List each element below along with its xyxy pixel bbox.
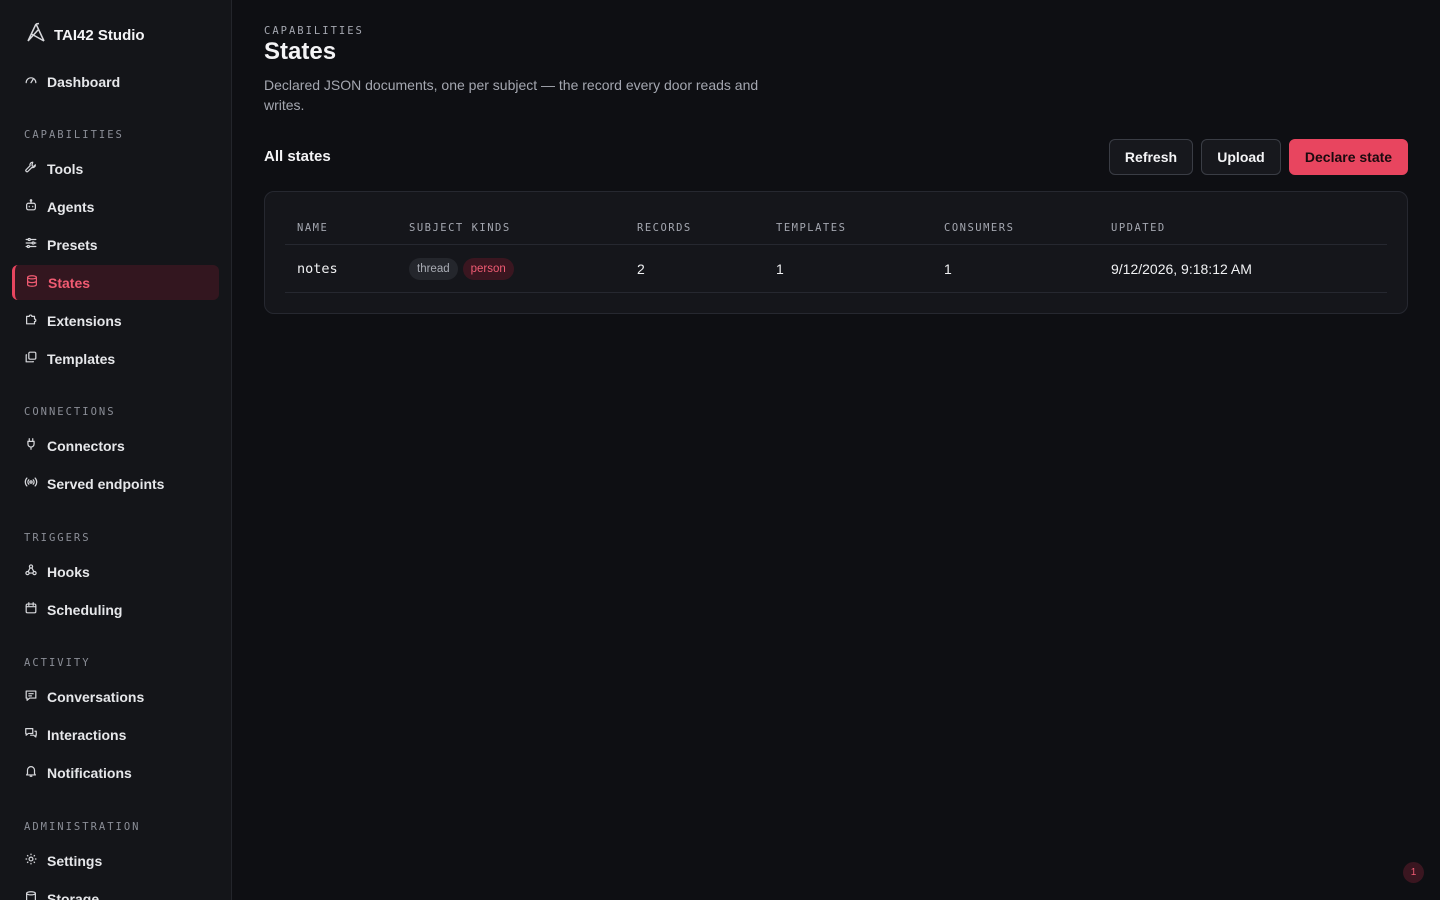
column-header-consumers[interactable]: CONSUMERS	[944, 222, 1014, 234]
sidebar-item-presets[interactable]: Presets	[12, 227, 219, 262]
broadcast-icon	[24, 475, 38, 492]
calendar-icon	[24, 601, 38, 618]
wrench-icon	[24, 160, 38, 177]
brand-name: TAI42 Studio	[54, 26, 145, 44]
puzzle-icon	[24, 312, 38, 329]
sidebar-item-label: States	[48, 274, 91, 291]
sidebar-item-notifications[interactable]: Notifications	[12, 755, 219, 790]
states-table: NAME SUBJECT KINDS RECORDS TEMPLATES CON…	[264, 191, 1408, 314]
sidebar-item-tools[interactable]: Tools	[12, 151, 219, 186]
sidebar-section-administration: ADMINISTRATION	[24, 821, 141, 833]
copy-icon	[24, 350, 38, 367]
sidebar-item-connectors[interactable]: Connectors	[12, 428, 219, 463]
sidebar-item-agents[interactable]: Agents	[12, 189, 219, 224]
sidebar-item-settings[interactable]: Settings	[12, 843, 219, 878]
sidebar-item-interactions[interactable]: Interactions	[12, 717, 219, 752]
section-title: All states	[264, 148, 331, 165]
divider	[285, 292, 1387, 293]
column-header-records[interactable]: RECORDS	[637, 222, 692, 234]
sidebar-item-label: Scheduling	[47, 601, 123, 618]
sliders-icon	[24, 236, 38, 253]
cell-consumers: 1	[944, 261, 952, 277]
sidebar-item-extensions[interactable]: Extensions	[12, 303, 219, 338]
sidebar-section-capabilities: CAPABILITIES	[24, 129, 124, 141]
sidebar-item-templates[interactable]: Templates	[12, 341, 219, 376]
cell-name: notes	[297, 261, 338, 277]
main-content: CAPABILITIES States Declared JSON docume…	[232, 0, 1440, 900]
sidebar-item-label: Conversations	[47, 688, 145, 705]
sidebar-item-label: Hooks	[47, 563, 90, 580]
page-description: Declared JSON documents, one per subject…	[264, 77, 759, 113]
subject-kind-badge: person	[462, 258, 514, 280]
sidebar: TAI42 Studio Dashboard CAPABILITIES Tool…	[0, 0, 232, 900]
sidebar-item-scheduling[interactable]: Scheduling	[12, 592, 219, 627]
sidebar-section-activity: ACTIVITY	[24, 657, 91, 669]
sidebar-item-label: Connectors	[47, 437, 125, 454]
refresh-button[interactable]: Refresh	[1109, 139, 1193, 175]
cell-templates: 1	[776, 261, 784, 277]
sidebar-item-label: Tools	[47, 160, 84, 177]
column-header-templates[interactable]: TEMPLATES	[776, 222, 846, 234]
gear-icon	[24, 852, 38, 869]
subject-kind-badge: thread	[409, 258, 458, 280]
plug-icon	[24, 437, 38, 454]
storage-icon	[24, 890, 38, 900]
page-title: States	[264, 38, 337, 65]
bell-icon	[24, 764, 38, 781]
sidebar-item-served-endpoints[interactable]: Served endpoints	[12, 466, 219, 501]
table-row[interactable]: notes thread person 2 1 1 9/12/2026, 9:1…	[285, 245, 1387, 293]
sidebar-item-label: Agents	[47, 198, 95, 215]
column-header-updated[interactable]: UPDATED	[1111, 222, 1166, 234]
message-icon	[24, 688, 38, 705]
sidebar-section-connections: CONNECTIONS	[24, 406, 116, 418]
sidebar-item-storage[interactable]: Storage	[12, 881, 219, 900]
sidebar-section-triggers: TRIGGERS	[24, 532, 91, 544]
sidebar-item-states[interactable]: States	[12, 265, 219, 300]
sidebar-item-label: Presets	[47, 236, 98, 253]
sidebar-item-label: Extensions	[47, 312, 122, 329]
database-icon	[25, 274, 39, 291]
sidebar-item-label: Notifications	[47, 764, 132, 781]
brand[interactable]: TAI42 Studio	[24, 22, 145, 48]
column-header-subject-kinds[interactable]: SUBJECT KINDS	[409, 222, 511, 234]
sidebar-item-label: Served endpoints	[47, 475, 165, 492]
sidebar-item-label: Templates	[47, 350, 116, 367]
bot-icon	[24, 198, 38, 215]
sidebar-item-conversations[interactable]: Conversations	[12, 679, 219, 714]
sidebar-item-label: Interactions	[47, 726, 127, 743]
upload-button[interactable]: Upload	[1201, 139, 1281, 175]
sidebar-item-hooks[interactable]: Hooks	[12, 554, 219, 589]
chats-icon	[24, 726, 38, 743]
cell-subject-kinds: thread person	[409, 245, 519, 293]
sidebar-item-dashboard[interactable]: Dashboard	[12, 64, 219, 99]
logo-icon	[24, 21, 48, 49]
notification-count-badge[interactable]: 1	[1403, 862, 1424, 883]
gauge-icon	[24, 73, 38, 90]
column-header-name[interactable]: NAME	[297, 222, 328, 234]
page-eyebrow: CAPABILITIES	[264, 25, 364, 37]
webhook-icon	[24, 563, 38, 580]
cell-records: 2	[637, 261, 645, 277]
sidebar-item-label: Settings	[47, 852, 103, 869]
cell-updated: 9/12/2026, 9:18:12 AM	[1111, 261, 1252, 277]
sidebar-item-label: Dashboard	[47, 73, 121, 90]
declare-state-button[interactable]: Declare state	[1289, 139, 1408, 175]
sidebar-item-label: Storage	[47, 890, 100, 900]
